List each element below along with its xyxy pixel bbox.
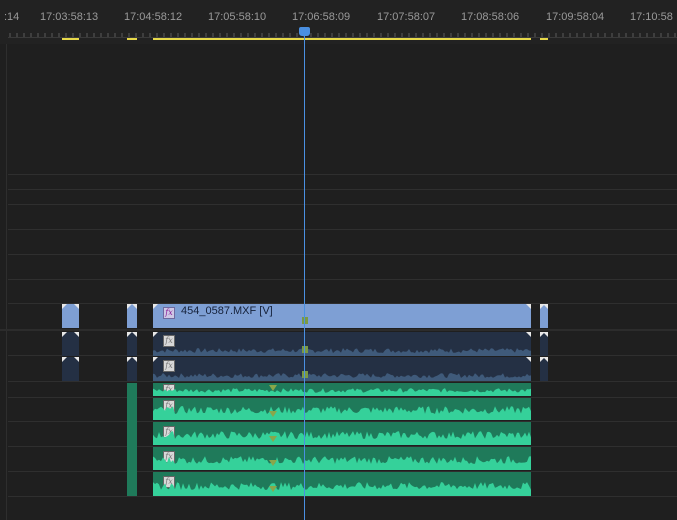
playhead-handle[interactable] <box>299 27 310 36</box>
video-clip[interactable] <box>540 304 548 328</box>
audio-waveform <box>153 388 531 396</box>
in-out-range-bar[interactable] <box>153 38 531 40</box>
audio-waveform <box>153 456 531 470</box>
track-divider <box>8 229 677 230</box>
audio-waveform <box>153 348 531 356</box>
track-divider <box>8 174 677 175</box>
audio-waveform <box>153 431 531 445</box>
audio-clip[interactable]: fx <box>153 447 531 470</box>
track-divider <box>8 189 677 190</box>
audio-clip[interactable]: fx <box>153 398 531 420</box>
in-out-range-bar[interactable] <box>127 38 137 40</box>
audio-waveform <box>153 373 531 381</box>
audio-clip[interactable] <box>62 357 79 381</box>
audio-clip[interactable]: fx <box>153 472 531 496</box>
audio-clip[interactable] <box>62 332 79 356</box>
fx-badge[interactable]: fx <box>163 307 175 319</box>
keyframe-marker[interactable] <box>269 486 277 492</box>
video-clip[interactable]: fx 454_0587.MXF [V] <box>153 304 531 328</box>
keyframe-marker[interactable] <box>302 371 308 378</box>
audio-clip[interactable]: fx <box>153 357 531 381</box>
track-divider <box>8 204 677 205</box>
keyframe-marker[interactable] <box>302 317 308 324</box>
track-divider <box>8 279 677 280</box>
track-divider <box>8 381 677 382</box>
clip-name: 454_0587.MXF [V] <box>181 305 273 317</box>
audio-clip[interactable] <box>127 357 137 381</box>
video-clip[interactable] <box>62 304 79 328</box>
keyframe-marker[interactable] <box>269 411 277 417</box>
timeline-panel[interactable]: :14 17:03:58:13 17:04:58:12 17:05:58:10 … <box>0 0 677 520</box>
audio-clip[interactable] <box>127 383 137 496</box>
playhead-line[interactable] <box>304 34 305 520</box>
track-divider <box>8 254 677 255</box>
in-out-range-bar[interactable] <box>62 38 79 40</box>
video-audio-separator[interactable] <box>0 329 677 331</box>
keyframe-marker[interactable] <box>269 385 277 391</box>
audio-clip[interactable] <box>540 332 548 356</box>
video-clip[interactable] <box>127 304 137 328</box>
in-out-range-bar[interactable] <box>540 38 548 40</box>
keyframe-marker[interactable] <box>302 346 308 353</box>
audio-waveform <box>153 406 531 420</box>
audio-clip[interactable]: fx <box>153 422 531 445</box>
keyframe-marker[interactable] <box>269 436 277 442</box>
audio-clip[interactable]: fx <box>153 383 531 396</box>
audio-waveform <box>153 482 531 496</box>
audio-clip[interactable]: fx <box>153 332 531 356</box>
track-header-edge <box>6 44 7 520</box>
track-divider <box>8 496 677 497</box>
keyframe-marker[interactable] <box>269 460 277 466</box>
audio-clip[interactable] <box>127 332 137 356</box>
audio-clip[interactable] <box>540 357 548 381</box>
